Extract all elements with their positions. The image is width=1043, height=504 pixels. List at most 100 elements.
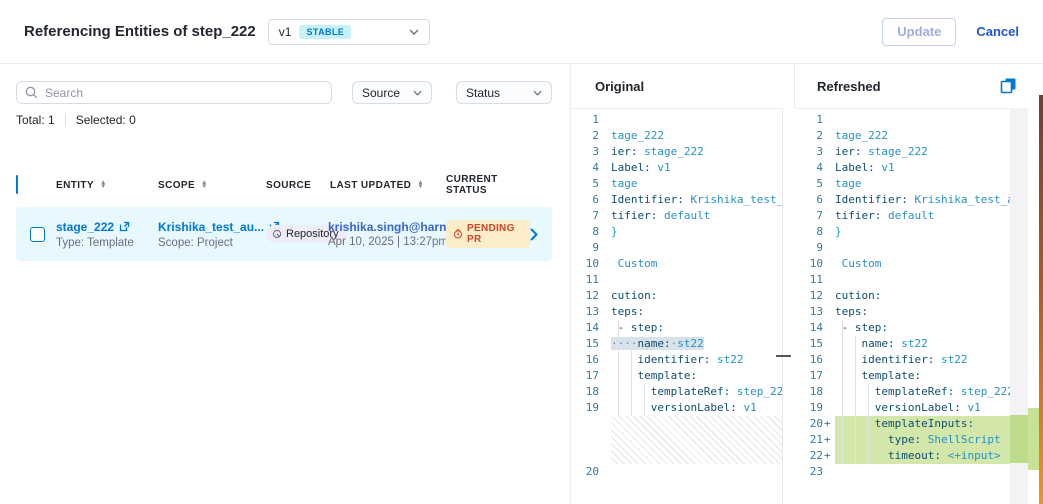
code-line[interactable]: 20 [571, 464, 782, 480]
code-text[interactable] [835, 464, 1013, 480]
code-text[interactable]: ier: stage_222 [611, 144, 782, 160]
code-line[interactable]: 5tage [795, 176, 1013, 192]
chevron-right-icon[interactable] [530, 228, 552, 241]
code-line[interactable]: 9 [795, 240, 1013, 256]
code-text[interactable]: name: st22 [835, 336, 1013, 352]
code-text[interactable]: templateRef: step_222 [835, 384, 1013, 400]
code-line[interactable]: 21+ type: ShellScript [795, 432, 1013, 448]
code-line[interactable]: 12cution: [795, 288, 1013, 304]
code-text[interactable]: ····name:·st22 [611, 336, 782, 352]
code-text[interactable] [611, 112, 782, 128]
copy-icon[interactable] [1000, 77, 1017, 94]
code-text[interactable]: teps: [835, 304, 1013, 320]
code-text[interactable]: type: ShellScript [835, 432, 1013, 448]
code-line[interactable]: 6Identifier: Krishika_test_aut [795, 192, 1013, 208]
code-text[interactable]: cution: [835, 288, 1013, 304]
code-text[interactable]: Custom [835, 256, 1013, 272]
code-line[interactable]: 5tage [571, 176, 782, 192]
code-line[interactable]: 19 versionLabel: v1 [795, 400, 1013, 416]
sort-icon[interactable]: ▲▼ [201, 181, 208, 190]
code-line[interactable]: 1 [795, 112, 1013, 128]
code-line[interactable]: 7tifier: default [571, 208, 782, 224]
select-all-checkbox[interactable] [16, 175, 18, 194]
code-text[interactable]: timeout: <+input> [835, 448, 1013, 464]
code-line[interactable]: 7tifier: default [795, 208, 1013, 224]
code-line[interactable]: 4Label: v1 [571, 160, 782, 176]
code-line[interactable]: 13teps: [571, 304, 782, 320]
code-text[interactable]: templateRef: step_222 [611, 384, 782, 400]
code-line[interactable]: 22+ timeout: <+input> [795, 448, 1013, 464]
code-text[interactable]: ier: stage_222 [835, 144, 1013, 160]
code-line[interactable]: 18 templateRef: step_222 [571, 384, 782, 400]
code-line[interactable]: 2tage_222 [795, 128, 1013, 144]
code-text[interactable]: Custom [611, 256, 782, 272]
code-line[interactable]: 12cution: [571, 288, 782, 304]
code-line[interactable]: 13teps: [795, 304, 1013, 320]
code-line[interactable]: 11 [571, 272, 782, 288]
code-line[interactable]: 10 Custom [795, 256, 1013, 272]
code-text[interactable] [835, 272, 1013, 288]
sort-icon[interactable]: ▲▼ [100, 181, 107, 190]
minimap[interactable] [1028, 108, 1039, 504]
cancel-button[interactable]: Cancel [976, 24, 1019, 39]
code-line[interactable]: 6Identifier: Krishika_test_aut [571, 192, 782, 208]
code-text[interactable] [835, 240, 1013, 256]
code-text[interactable] [611, 240, 782, 256]
code-line[interactable]: 10 Custom [571, 256, 782, 272]
code-text[interactable]: } [835, 224, 1013, 240]
code-line[interactable]: 19 versionLabel: v1 [571, 400, 782, 416]
code-text[interactable]: tage_222 [611, 128, 782, 144]
code-text[interactable]: versionLabel: v1 [611, 400, 782, 416]
code-text[interactable]: tifier: default [835, 208, 1013, 224]
code-line[interactable]: 15 name: st22 [795, 336, 1013, 352]
code-text[interactable]: identifier: st22 [611, 352, 782, 368]
code-line[interactable]: 1 [571, 112, 782, 128]
code-text[interactable]: Label: v1 [611, 160, 782, 176]
source-filter[interactable]: Source [352, 81, 432, 104]
update-button[interactable]: Update [882, 18, 956, 46]
table-row[interactable]: stage_222 Type: Template Krishika_test_a… [16, 207, 552, 261]
code-line[interactable]: 8} [795, 224, 1013, 240]
sort-icon[interactable]: ▲▼ [417, 181, 424, 190]
code-line[interactable]: 17 template: [795, 368, 1013, 384]
code-line[interactable]: 20+ templateInputs: [795, 416, 1013, 432]
code-line[interactable]: 15····name:·st22 [571, 336, 782, 352]
external-link-icon[interactable] [119, 221, 130, 232]
code-line[interactable]: 2tage_222 [571, 128, 782, 144]
code-text[interactable]: tage [611, 176, 782, 192]
code-text[interactable]: Identifier: Krishika_test_aut [611, 192, 782, 208]
refreshed-code-panel[interactable]: 12tage_2223ier: stage_2224Label: v15tage… [795, 108, 1043, 504]
code-line[interactable]: 23 [795, 464, 1013, 480]
code-text[interactable]: tifier: default [611, 208, 782, 224]
code-text[interactable] [835, 112, 1013, 128]
code-text[interactable]: identifier: st22 [835, 352, 1013, 368]
code-text[interactable]: template: [835, 368, 1013, 384]
code-text[interactable]: templateInputs: [835, 416, 1013, 432]
code-line[interactable]: 3ier: stage_222 [571, 144, 782, 160]
entity-link[interactable]: stage_222 [56, 220, 114, 234]
code-line[interactable]: 8} [571, 224, 782, 240]
code-text[interactable]: } [611, 224, 782, 240]
code-text[interactable]: tage_222 [835, 128, 1013, 144]
status-filter[interactable]: Status [456, 81, 552, 104]
code-text[interactable]: Label: v1 [835, 160, 1013, 176]
code-text[interactable]: Identifier: Krishika_test_aut [835, 192, 1013, 208]
code-line[interactable]: 11 [795, 272, 1013, 288]
overview-ruler[interactable] [1010, 108, 1028, 504]
code-line[interactable]: 3ier: stage_222 [795, 144, 1013, 160]
original-code-panel[interactable]: 12tage_2223ier: stage_2224Label: v15tage… [571, 108, 795, 504]
code-line[interactable]: 17 template: [571, 368, 782, 384]
code-line[interactable]: 14 - step: [795, 320, 1013, 336]
version-select[interactable]: v1 STABLE [268, 19, 430, 45]
code-line[interactable]: 16 identifier: st22 [795, 352, 1013, 368]
scope-link[interactable]: Krishika_test_au... [158, 220, 264, 234]
search-input[interactable] [45, 86, 323, 100]
code-text[interactable]: template: [611, 368, 782, 384]
code-text[interactable]: - step: [835, 320, 1013, 336]
code-text[interactable]: tage [835, 176, 1013, 192]
code-line[interactable]: 4Label: v1 [795, 160, 1013, 176]
code-text[interactable]: versionLabel: v1 [835, 400, 1013, 416]
code-text[interactable]: - step: [611, 320, 782, 336]
row-checkbox[interactable] [30, 227, 45, 242]
diff-sash-indicator[interactable] [776, 355, 791, 357]
